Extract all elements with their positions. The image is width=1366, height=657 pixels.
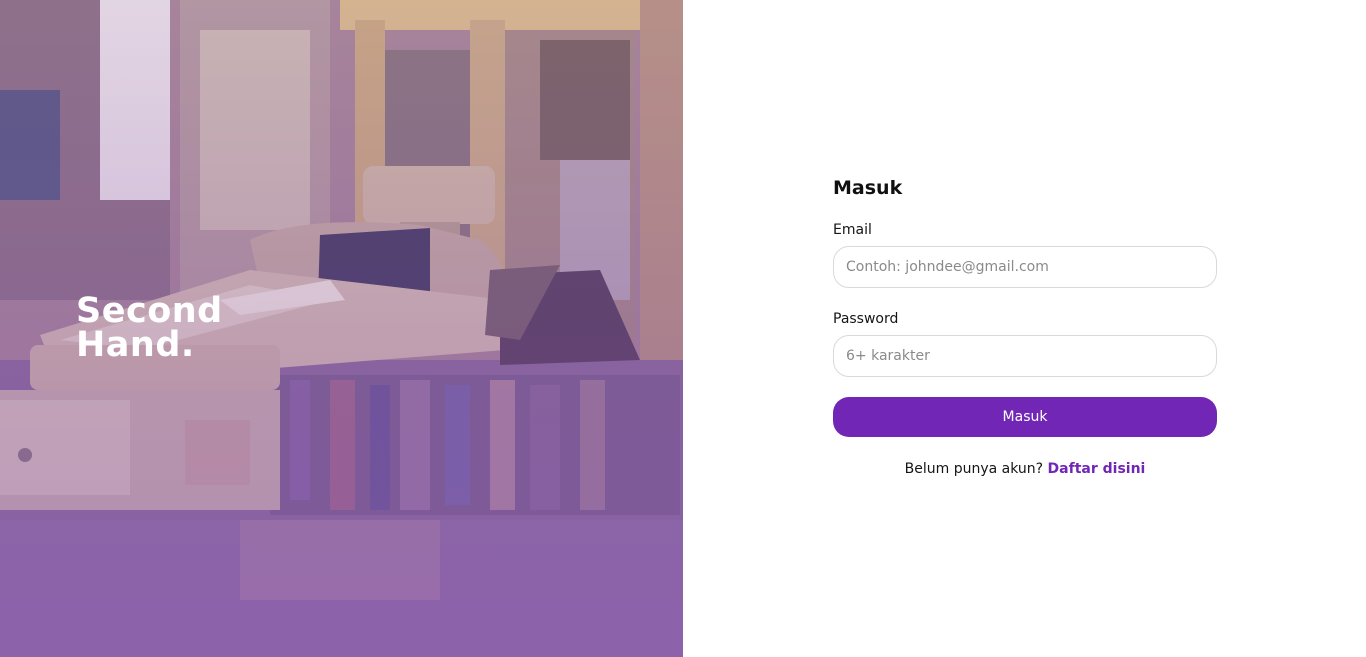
email-label: Email [833, 222, 872, 238]
email-field[interactable] [833, 246, 1217, 288]
hero-panel: Second Hand. [0, 0, 683, 657]
password-label: Password [833, 311, 899, 327]
login-page: Second Hand. Masuk Email Password Masuk … [0, 0, 1366, 657]
password-field[interactable] [833, 335, 1217, 377]
brand-logo: Second Hand. [76, 291, 223, 365]
login-form: Masuk Email Password Masuk Belum punya a… [833, 176, 1217, 478]
signup-prompt-text: Belum punya akun? [904, 461, 1044, 477]
login-button[interactable]: Masuk [833, 397, 1217, 437]
page-title: Masuk [833, 177, 903, 199]
signup-link[interactable]: Daftar disini [1048, 461, 1146, 477]
form-panel: Masuk Email Password Masuk Belum punya a… [683, 0, 1366, 657]
brand-line-1: Second [76, 291, 223, 331]
brand-line-2: Hand. [76, 325, 195, 365]
signup-prompt: Belum punya akun? Daftar disini [833, 460, 1217, 478]
